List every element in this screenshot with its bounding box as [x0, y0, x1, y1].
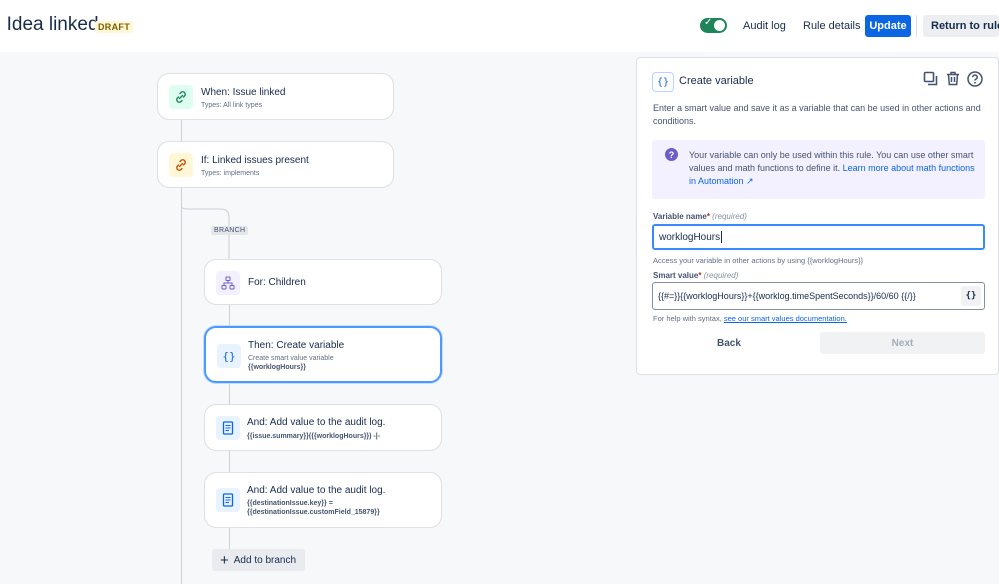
return-to-rules-button[interactable]: Return to rules — [923, 15, 999, 37]
document-icon — [216, 488, 240, 512]
connector-line — [229, 527, 230, 549]
add-to-branch-label: Add to branch — [233, 554, 297, 566]
top-header: · Idea linked DRAFT ✓ Audit log Rule det… — [0, 0, 999, 52]
document-icon — [216, 416, 240, 440]
curly-braces-icon: {} — [652, 72, 674, 92]
audit-log-card[interactable]: And: Add value to the audit log. {{desti… — [204, 472, 442, 528]
card-code: {{destinationIssue.key}} = — [247, 500, 333, 507]
audit-log-card[interactable]: And: Add value to the audit log. {{issue… — [204, 404, 442, 451]
rule-title: · Idea linked — [0, 14, 99, 35]
hierarchy-icon — [216, 271, 240, 295]
link-icon — [169, 153, 193, 177]
curly-braces-icon: {} — [217, 344, 241, 368]
card-subtitle: Types: All link types — [201, 102, 263, 109]
create-variable-panel: {} Create variable Enter a smart value a… — [636, 57, 999, 375]
info-message: ? Your variable can only be used within … — [652, 140, 985, 199]
smart-values-docs-link[interactable]: see our smart values documentation. — [724, 314, 847, 323]
condition-card[interactable]: If: Linked issues present Types: impleme… — [157, 141, 394, 188]
rule-enabled-toggle[interactable]: ✓ — [700, 17, 727, 33]
smart-value-help: For help with syntax, see our smart valu… — [653, 314, 847, 323]
link-icon — [169, 85, 193, 109]
rule-details-link[interactable]: Rule details — [803, 20, 860, 32]
card-code: {{issue.summary}}({{worklogHours}}) -|- — [247, 433, 381, 440]
connector-line — [181, 119, 182, 142]
variable-name-help: Access your variable in other actions by… — [653, 256, 864, 265]
connector-line — [229, 382, 230, 405]
header-divider — [916, 15, 917, 37]
trash-icon[interactable] — [946, 71, 960, 91]
variable-name-label: Variable name* (required) — [653, 212, 747, 221]
card-title: And: Add value to the audit log. — [247, 417, 386, 428]
card-code: {{destinationIssue.customField_15879}} — [247, 509, 380, 516]
card-title: Then: Create variable — [248, 340, 345, 351]
smart-value-picker-button[interactable]: {} — [961, 286, 981, 306]
card-subtitle: Types: implements — [201, 170, 260, 177]
branch-label: BRANCH — [211, 226, 249, 235]
card-title: For: Children — [248, 277, 306, 288]
plus-icon: + — [220, 551, 229, 569]
question-icon: ? — [665, 148, 678, 161]
card-title: And: Add value to the audit log. — [247, 485, 386, 496]
duplicate-icon[interactable] — [923, 71, 938, 91]
next-button[interactable]: Next — [820, 332, 985, 354]
connector-line — [229, 450, 230, 473]
smart-value-label: Smart value* (required) — [653, 271, 739, 280]
check-icon: ✓ — [704, 17, 713, 28]
update-button[interactable]: Update — [865, 15, 911, 37]
card-title: If: Linked issues present — [201, 155, 309, 166]
card-code: {{worklogHours}} — [248, 364, 306, 371]
help-icon[interactable] — [967, 71, 983, 92]
connector-line — [229, 304, 230, 326]
branch-card[interactable]: For: Children — [204, 259, 442, 305]
card-subtitle: Create smart value variable — [248, 355, 334, 362]
panel-description: Enter a smart value and save it as a var… — [653, 103, 981, 126]
variable-name-input[interactable]: worklogHours — [652, 224, 985, 250]
smart-value-input[interactable]: {{#=}}{{worklogHours}}+{{worklog.timeSpe… — [652, 282, 985, 310]
add-to-branch-button[interactable]: + Add to branch — [212, 549, 305, 571]
branch-connector — [181, 205, 230, 260]
toggle-knob — [714, 20, 725, 31]
draft-badge: DRAFT — [95, 21, 133, 33]
info-text: Your variable can only be used within th… — [689, 150, 975, 186]
back-button[interactable]: Back — [717, 338, 741, 349]
audit-log-link[interactable]: Audit log — [743, 20, 786, 32]
create-variable-card[interactable]: {} Then: Create variable Create smart va… — [204, 326, 442, 383]
panel-title: Create variable — [679, 75, 754, 87]
trigger-card[interactable]: When: Issue linked Types: All link types — [157, 73, 394, 120]
card-title: When: Issue linked — [201, 87, 286, 98]
